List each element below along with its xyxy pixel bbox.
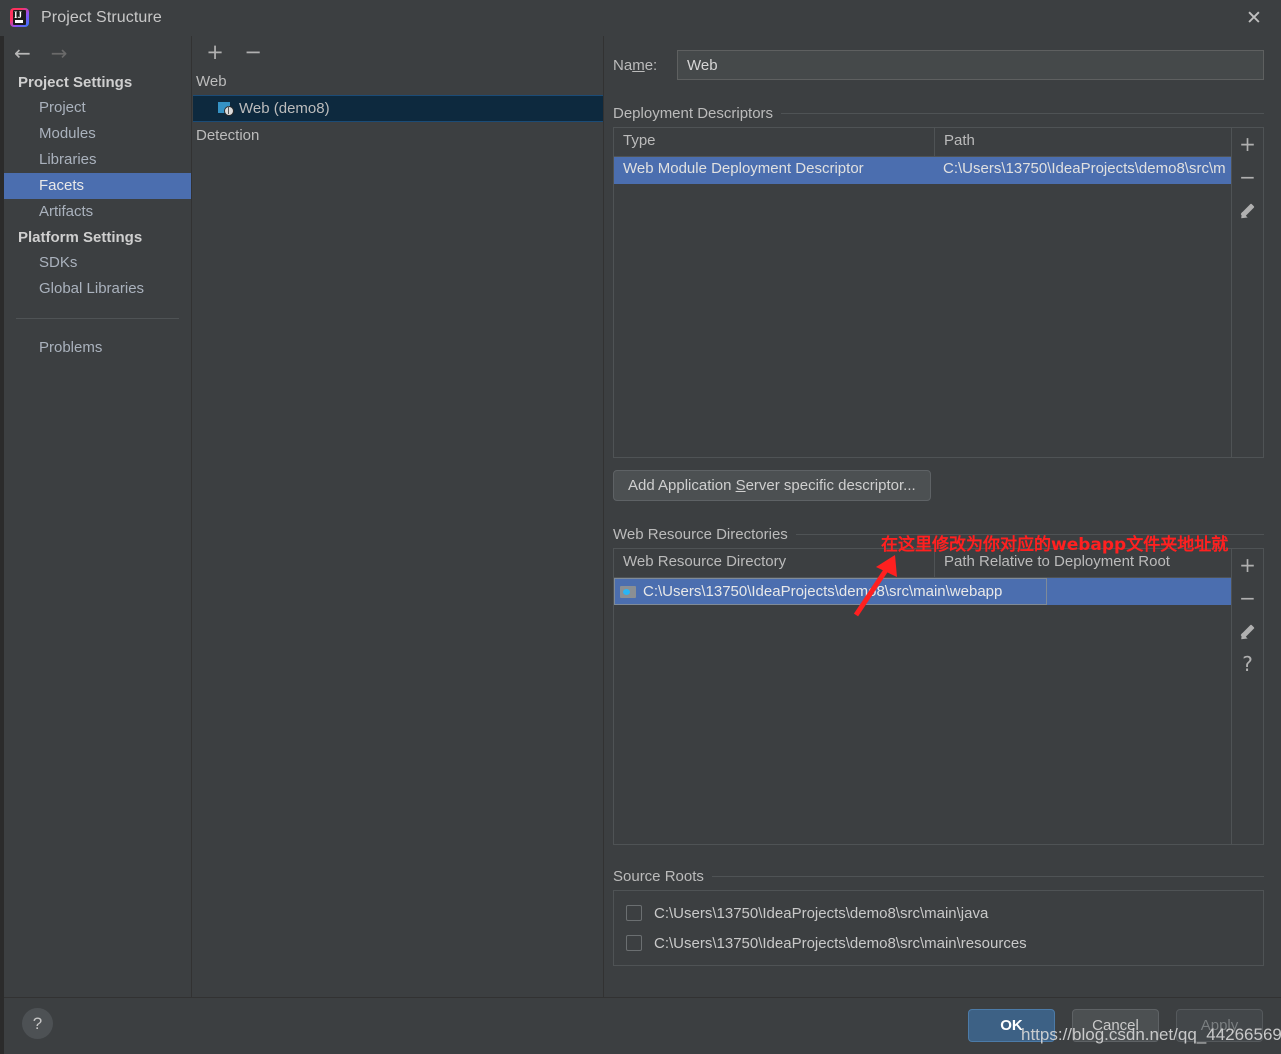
sidebar-group-project-settings: Project Settings <box>18 74 133 91</box>
table-body: Web Module Deployment Descriptor C:\User… <box>614 157 1231 184</box>
sidebar-item-project[interactable]: Project <box>4 95 191 121</box>
intellij-idea-icon: IJ <box>9 7 31 29</box>
sidebar-item-modules[interactable]: Modules <box>4 121 191 147</box>
title-bar: IJ Project Structure ✕ <box>0 0 1281 36</box>
folder-icon <box>620 584 638 599</box>
column-header-path-relative[interactable]: Path Relative to Deployment Root <box>934 549 1231 577</box>
cell-path: C:\Users\13750\IdeaProjects\demo8\src\m <box>943 160 1226 177</box>
add-descriptor-icon[interactable]: + <box>1237 133 1259 155</box>
apply-button[interactable]: Apply <box>1176 1009 1263 1042</box>
source-root-path: C:\Users\13750\IdeaProjects\demo8\src\ma… <box>654 934 1027 952</box>
cancel-button[interactable]: Cancel <box>1072 1009 1159 1042</box>
sidebar-group-platform-settings: Platform Settings <box>18 229 143 246</box>
column-header-web-resource-directory[interactable]: Web Resource Directory <box>614 549 934 577</box>
facets-tree-node-web-group[interactable]: Web <box>193 68 603 95</box>
dialog-buttons: OK Cancel Apply <box>968 1009 1263 1042</box>
add-app-server-descriptor-row: Add Application Server specific descript… <box>613 470 1264 501</box>
facet-detail-panel: Name: Deployment Descriptors Type Path W… <box>605 36 1281 997</box>
web-resource-help-icon[interactable]: ? <box>1237 653 1259 675</box>
tree-node-label: Detection <box>196 127 260 144</box>
list-item[interactable]: C:\Users\13750\IdeaProjects\demo8\src\ma… <box>614 898 1263 928</box>
sidebar-item-problems[interactable]: Problems <box>4 335 191 361</box>
remove-facet-icon[interactable]: − <box>243 41 263 62</box>
add-web-resource-icon[interactable]: + <box>1237 554 1259 576</box>
forward-arrow-icon[interactable]: → <box>51 43 68 63</box>
deployment-table-tools: + − <box>1231 128 1263 457</box>
remove-descriptor-icon[interactable]: − <box>1237 166 1259 188</box>
sidebar-divider <box>16 318 179 319</box>
section-label: Source Roots <box>613 867 704 885</box>
facets-tree-node-detection[interactable]: Detection <box>193 122 603 149</box>
remove-web-resource-icon[interactable]: − <box>1237 587 1259 609</box>
web-resource-table-tools: + − ? <box>1231 549 1263 844</box>
web-resource-directories-title: Web Resource Directories <box>613 520 1264 548</box>
close-icon[interactable]: ✕ <box>1241 6 1267 30</box>
deployment-descriptors-title: Deployment Descriptors <box>613 99 1264 127</box>
dialog-footer: ? OK Cancel Apply <box>4 997 1281 1054</box>
section-label: Web Resource Directories <box>613 525 788 543</box>
source-roots-list: C:\Users\13750\IdeaProjects\demo8\src\ma… <box>613 890 1264 966</box>
tree-node-label: Web <box>196 73 227 90</box>
deployment-descriptors-table: Type Path Web Module Deployment Descript… <box>613 127 1264 458</box>
deployment-descriptors-section: Deployment Descriptors Type Path Web Mod… <box>613 99 1264 501</box>
web-resource-directories-section: Web Resource Directories Web Resource Di… <box>613 520 1264 845</box>
source-root-checkbox[interactable] <box>626 935 642 951</box>
web-resource-directory-value: C:\Users\13750\IdeaProjects\demo8\src\ma… <box>643 583 1003 600</box>
table-header-row: Web Resource Directory Path Relative to … <box>614 549 1231 578</box>
sidebar-item-facets[interactable]: Facets <box>4 173 191 199</box>
web-facet-icon <box>218 101 234 116</box>
settings-sidebar: ← → Project Settings Project Modules Lib… <box>4 36 192 997</box>
pencil-icon <box>1238 623 1256 642</box>
sidebar-item-artifacts[interactable]: Artifacts <box>4 199 191 225</box>
column-header-type[interactable]: Type <box>614 128 934 156</box>
source-roots-section: Source Roots C:\Users\13750\IdeaProjects… <box>613 862 1264 966</box>
source-roots-title: Source Roots <box>613 862 1264 890</box>
sidebar-nav: ← → <box>4 36 191 70</box>
table-row[interactable]: Web Module Deployment Descriptor C:\User… <box>614 157 1231 184</box>
source-root-path: C:\Users\13750\IdeaProjects\demo8\src\ma… <box>654 904 989 922</box>
edit-descriptor-icon[interactable] <box>1237 199 1259 221</box>
list-item[interactable]: C:\Users\13750\IdeaProjects\demo8\src\ma… <box>614 928 1263 958</box>
window-title: Project Structure <box>41 9 162 26</box>
ok-button[interactable]: OK <box>968 1009 1055 1042</box>
facet-name-input[interactable] <box>677 50 1264 80</box>
sidebar-item-libraries[interactable]: Libraries <box>4 147 191 173</box>
section-label: Deployment Descriptors <box>613 104 774 122</box>
sidebar-item-sdks[interactable]: SDKs <box>4 250 191 276</box>
column-header-path[interactable]: Path <box>934 128 1231 156</box>
back-arrow-icon[interactable]: ← <box>14 43 31 63</box>
table-body: C:\Users\13750\IdeaProjects\demo8\src\ma… <box>614 578 1231 605</box>
web-resource-directory-editor[interactable]: C:\Users\13750\IdeaProjects\demo8\src\ma… <box>614 578 1047 605</box>
section-rule <box>795 533 1264 535</box>
add-application-server-descriptor-button[interactable]: Add Application Server specific descript… <box>613 470 931 501</box>
table-header-row: Type Path <box>614 128 1231 157</box>
add-facet-icon[interactable]: + <box>205 41 225 62</box>
facet-name-row: Name: <box>613 49 1264 81</box>
source-root-checkbox[interactable] <box>626 905 642 921</box>
facets-tree-panel: + − Web Web (demo8) Detection <box>193 36 604 997</box>
facets-tree-node-web-demo8[interactable]: Web (demo8) <box>193 95 603 122</box>
sidebar-item-global-libraries[interactable]: Global Libraries <box>4 276 191 302</box>
cell-type: Web Module Deployment Descriptor <box>623 160 864 177</box>
pencil-icon <box>1238 202 1256 221</box>
tree-node-label: Web (demo8) <box>239 100 330 117</box>
project-structure-dialog: IJ Project Structure ✕ ← → Project Setti… <box>0 0 1281 1054</box>
web-resource-directories-table: Web Resource Directory Path Relative to … <box>613 548 1264 845</box>
facets-tree-toolbar: + − <box>193 36 603 68</box>
section-rule <box>711 875 1264 877</box>
help-button[interactable]: ? <box>22 1008 53 1039</box>
section-rule <box>781 112 1264 114</box>
facet-name-label: Name: <box>613 56 658 74</box>
edit-web-resource-icon[interactable] <box>1237 620 1259 642</box>
